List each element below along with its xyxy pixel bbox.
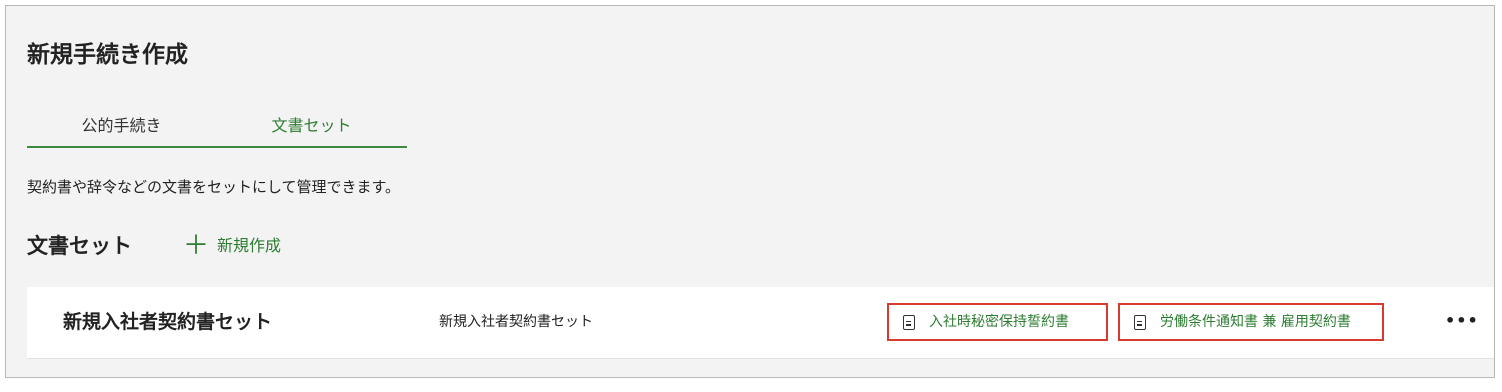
document-icon bbox=[903, 314, 915, 330]
new-document-set-label: 新規作成 bbox=[217, 236, 282, 255]
section-title: 文書セット bbox=[27, 234, 132, 258]
document-set-subtitle: 新規入社者契約書セット bbox=[439, 314, 593, 330]
tab-document-sets[interactable]: 文書セット bbox=[216, 110, 407, 147]
document-icon bbox=[1134, 314, 1146, 330]
document-set-name: 新規入社者契約書セット bbox=[63, 311, 273, 333]
document-chip-nda[interactable]: 入社時秘密保持誓約書 bbox=[887, 303, 1108, 341]
document-chip-employment-contract[interactable]: 労働条件通知書 兼 雇用契約書 bbox=[1118, 303, 1384, 341]
page-title: 新規手続き作成 bbox=[27, 42, 188, 68]
plus-icon: ＋ bbox=[183, 231, 210, 261]
more-horizontal-icon[interactable]: ••• bbox=[1445, 309, 1478, 337]
document-chip-label: 入社時秘密保持誓約書 bbox=[929, 314, 1069, 330]
new-procedure-panel: 新規手続き作成 公的手続き 文書セット 契約書や辞令などの文書をセットにして管理… bbox=[5, 5, 1495, 378]
description-text: 契約書や辞令などの文書をセットにして管理できます。 bbox=[27, 178, 401, 196]
tab-public-procedures[interactable]: 公的手続き bbox=[27, 110, 216, 147]
new-document-set-button[interactable]: ＋ 新規作成 bbox=[183, 231, 281, 261]
document-chip-label: 労働条件通知書 兼 雇用契約書 bbox=[1160, 314, 1351, 330]
active-tab-indicator bbox=[27, 146, 407, 148]
tab-bar: 公的手続き 文書セット bbox=[27, 110, 407, 148]
document-set-row[interactable]: 新規入社者契約書セット 新規入社者契約書セット 入社時秘密保持誓約書 労働条件通… bbox=[27, 287, 1494, 359]
